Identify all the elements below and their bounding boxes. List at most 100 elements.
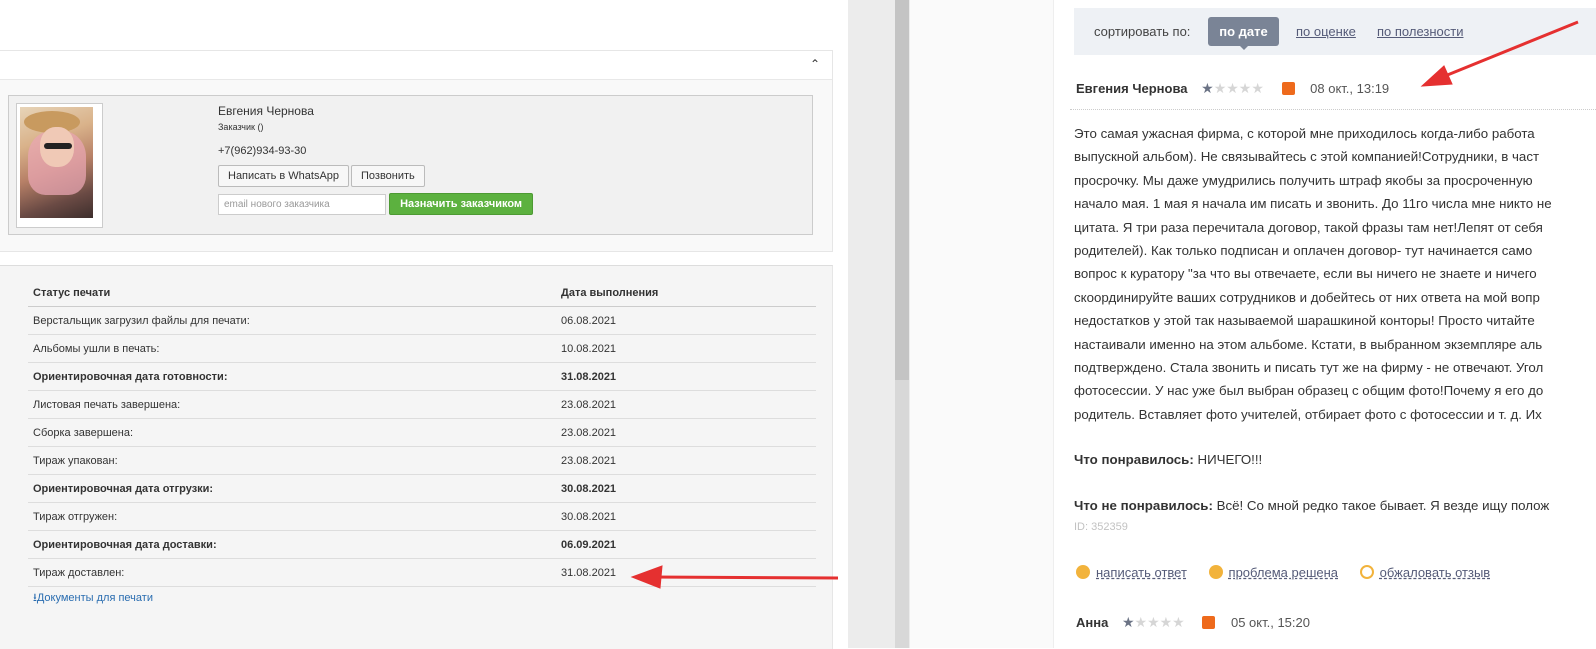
review-line: недостатков у этой так называемой шарашк…: [1074, 313, 1535, 329]
table-row: Ориентировочная дата доставки: 06.09.2021: [28, 530, 816, 559]
print-documents-link[interactable]: ⭳Документы для печати: [33, 589, 153, 608]
review-actions: написать ответ проблема решена обжаловат…: [1076, 565, 1508, 580]
divider: [1070, 109, 1596, 110]
date-cell: 30.08.2021: [556, 502, 816, 531]
table-row: Тираж упакован: 23.08.2021: [28, 446, 816, 475]
status-cell: Листовая печать завершена:: [28, 390, 556, 419]
review-id: ID: 352359: [1074, 521, 1128, 533]
customer-section: ⌃ Евгения Чернова Заказчик () +7(962)934…: [0, 50, 833, 252]
review-line: цитата. Я три раза перечитала договор, т…: [1074, 219, 1543, 235]
date-cell: 10.08.2021: [556, 334, 816, 363]
review-line: Это самая ужасная фирма, с которой мне п…: [1074, 126, 1535, 141]
reply-action[interactable]: написать ответ: [1076, 565, 1187, 580]
liked-section: Что понравилось: НИЧЕГО!!!: [1074, 452, 1262, 467]
customer-avatar: [16, 103, 103, 228]
review-text: Это самая ужасная фирма, с которой мне п…: [1074, 122, 1594, 426]
status-cell: Верстальщик загрузил файлы для печати:: [28, 306, 556, 335]
date-cell: 23.08.2021: [556, 418, 816, 447]
table-row: Тираж отгружен: 30.08.2021: [28, 502, 816, 531]
date-cell: 06.08.2021: [556, 306, 816, 335]
date-cell: 31.08.2021: [556, 362, 816, 391]
complain-action[interactable]: обжаловать отзыв: [1359, 565, 1491, 580]
new-customer-email-input[interactable]: email нового заказчика: [218, 193, 386, 215]
table-row: Листовая печать завершена: 23.08.2021: [28, 390, 816, 419]
customer-info: Евгения Чернова Заказчик () +7(962)934-9…: [218, 104, 534, 215]
disliked-text: Всё! Со мной редко такое бывает. Я везде…: [1216, 498, 1550, 513]
date-cell: 23.08.2021: [556, 446, 816, 475]
disliked-label: Что не понравилось:: [1074, 498, 1213, 513]
review-line: настаивали именно на этом альбоме. Кстат…: [1074, 336, 1543, 352]
whatsapp-button[interactable]: Написать в WhatsApp: [218, 165, 350, 187]
chat-bubble-icon: [1076, 565, 1090, 579]
table-row: Альбомы ушли в печать: 10.08.2021: [28, 334, 816, 363]
review-author[interactable]: Евгения Чернова: [1076, 81, 1188, 96]
date-cell: 23.08.2021: [556, 390, 816, 419]
customer-name: Евгения Чернова: [218, 104, 314, 118]
liked-label: Что понравилось:: [1074, 452, 1194, 467]
call-button[interactable]: Позвонить: [351, 165, 425, 187]
date-column-header: Дата выполнения: [556, 280, 816, 307]
disliked-section: Что не понравилось: Всё! Со мной редко т…: [1074, 498, 1549, 513]
table-row: Сборка завершена: 23.08.2021: [28, 418, 816, 447]
review-line: просрочку. Мы даже умудрились получить ш…: [1074, 172, 1533, 188]
scrollbar-thumb[interactable]: [895, 0, 909, 380]
liked-text: НИЧЕГО!!!: [1197, 452, 1263, 467]
handshake-icon: [1208, 565, 1223, 579]
assign-customer-button[interactable]: Назначить заказчиком: [389, 193, 534, 215]
review-author[interactable]: Анна: [1076, 615, 1108, 630]
review-line: скоординируйте ваших сотрудников и добей…: [1074, 289, 1540, 305]
sort-by-rating-link[interactable]: по оценке: [1296, 24, 1356, 39]
review-page: сортировать по: по дате по оценке по пол…: [910, 0, 1596, 648]
rating-stars: ★★★★★: [1201, 80, 1264, 96]
status-cell: Тираж отгружен:: [28, 502, 556, 531]
resolved-action[interactable]: проблема решена: [1208, 565, 1339, 580]
review-header: Евгения Чернова ★★★★★ 08 окт., 13:19: [1076, 80, 1389, 97]
print-status-section: Статус печати Дата выполнения Верстальщи…: [0, 265, 833, 649]
print-documents-label: Документы для печати: [36, 592, 153, 604]
review-line: родителей). Как только подписан и оплаче…: [1074, 242, 1533, 258]
rating-stars: ★★★★★: [1121, 614, 1185, 630]
date-cell: 06.09.2021: [556, 530, 816, 559]
thumbs-down-icon: [1202, 616, 1216, 629]
status-column-header: Статус печати: [28, 280, 556, 307]
table-row: Тираж доставлен: 31.08.2021: [28, 558, 816, 587]
complain-label: обжаловать отзыв: [1379, 565, 1491, 580]
review-line: родитель. Вставляет фото учителей, отбир…: [1074, 406, 1542, 422]
status-cell: Альбомы ушли в печать:: [28, 334, 556, 363]
status-cell: Сборка завершена:: [28, 418, 556, 447]
chevron-up-icon[interactable]: ⌃: [810, 57, 820, 71]
sort-by-usefulness-link[interactable]: по полезности: [1377, 24, 1463, 39]
reply-label: написать ответ: [1096, 565, 1187, 580]
customer-card: Евгения Чернова Заказчик () +7(962)934-9…: [8, 95, 813, 235]
sort-by-date-button[interactable]: по дате: [1208, 17, 1279, 46]
customer-phone: +7(962)934-93-30: [218, 145, 307, 157]
review-line: вопрос к куратору "за что вы отвечаете, …: [1074, 266, 1537, 282]
caret-down-icon: [1240, 46, 1248, 50]
review-date: 08 окт., 13:19: [1310, 81, 1390, 96]
thumbs-down-icon: [1281, 82, 1295, 95]
table-row: Ориентировочная дата готовности: 31.08.20…: [28, 362, 816, 391]
left-rail: [910, 0, 1054, 648]
status-cell: Тираж упакован:: [28, 446, 556, 475]
review-line: фотосессии. У нас уже был выбран образец…: [1074, 383, 1544, 399]
print-status-table: Статус печати Дата выполнения Верстальщи…: [28, 280, 816, 587]
table-row: Ориентировочная дата отгрузки: 30.08.2021: [28, 474, 816, 503]
ban-icon: [1359, 565, 1374, 579]
table-row: Верстальщик загрузил файлы для печати: 06…: [28, 306, 816, 335]
review-line: выпускной альбом). Не связывайтесь с это…: [1074, 149, 1540, 165]
customer-section-header: ⌃: [0, 51, 832, 80]
date-cell: 30.08.2021: [556, 474, 816, 503]
order-panel: ⌃ Евгения Чернова Заказчик () +7(962)934…: [0, 0, 848, 649]
review-line: начало мая. 1 мая я начала им писать и з…: [1074, 196, 1552, 212]
sort-bar: сортировать по: по дате по оценке по пол…: [1074, 8, 1596, 55]
status-cell: Тираж доставлен:: [28, 558, 556, 587]
review-line: подтверждено. Стала звонить и писать тут…: [1074, 359, 1544, 375]
status-cell: Ориентировочная дата готовности:: [28, 362, 556, 391]
date-cell: 31.08.2021: [556, 558, 816, 587]
sort-label: сортировать по:: [1094, 24, 1191, 39]
review-date: 05 окт., 15:20: [1230, 615, 1310, 630]
status-cell: Ориентировочная дата доставки:: [28, 530, 556, 559]
status-cell: Ориентировочная дата отгрузки:: [28, 474, 556, 503]
resolved-label: проблема решена: [1228, 565, 1339, 580]
customer-role: Заказчик (): [218, 122, 264, 132]
